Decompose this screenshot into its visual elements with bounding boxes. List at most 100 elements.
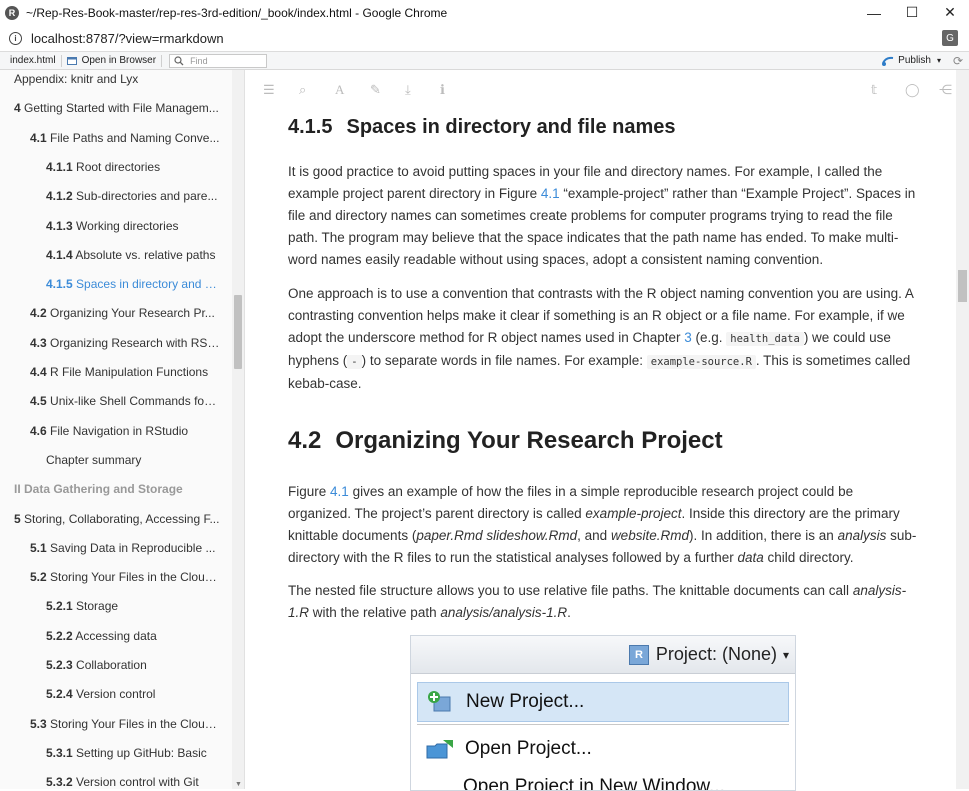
toc-item[interactable]: 5.2.4 Version control [46, 687, 220, 701]
emphasis: data [737, 550, 764, 565]
toc-item[interactable]: 4.1.3 Working directories [46, 219, 220, 233]
toc-item-label: II Data Gathering and Storage [14, 482, 183, 497]
toc-item-number: 4.3 [30, 335, 47, 350]
toc-item[interactable]: 4.1 File Paths and Naming Conve... [30, 131, 220, 145]
toc-item-label: File Paths and Naming Conve... [46, 130, 220, 145]
open-in-browser-button[interactable]: Open in Browser [66, 55, 157, 66]
toc-item[interactable]: 5.1 Saving Data in Reproducible ... [30, 541, 220, 555]
open-project-icon [426, 740, 453, 759]
toc-item[interactable]: 5.3.2 Version control with Git [46, 775, 220, 789]
sidebar-scroll-thumb[interactable] [234, 295, 242, 369]
toc-item-number: 5.3.2 [46, 775, 73, 789]
toolbar-divider [161, 54, 163, 67]
toc-item[interactable]: 5.3.1 Setting up GitHub: Basic [46, 746, 220, 760]
new-project-icon [428, 691, 451, 712]
toc-item[interactable]: 5.3 Storing Your Files in the Cloud... [30, 717, 220, 731]
search-icon[interactable]: ⌕ [299, 82, 306, 98]
share-icon[interactable]: ⋲ [939, 82, 952, 98]
toc-item[interactable]: 5.2 Storing Your Files in the Cloud... [30, 570, 220, 584]
close-button[interactable]: ✕ [931, 0, 969, 25]
toggle-sidebar-icon[interactable]: ☰ [263, 82, 275, 98]
section-title: Organizing Your Research Project [335, 427, 723, 454]
inline-code: example-source.R [646, 355, 756, 369]
toc-item-label: Storing Your Files in the Cloud... [46, 570, 220, 585]
chapter-link[interactable]: 3 [684, 330, 692, 345]
toc-item-number: 4.1.3 [46, 218, 73, 233]
project-dropdown: R Project: (None) ▾ [628, 644, 789, 665]
toc-item-label: Unix-like Shell Commands for ... [46, 394, 220, 409]
toc-item-label: Appendix: knitr and Lyx [14, 72, 139, 86]
toc-item-number: 4.1.2 [46, 189, 73, 204]
toc-item-number: 5.2.3 [46, 658, 73, 672]
toc-item-label: Version control with Git [72, 775, 199, 789]
chevron-down-icon: ▾ [936, 56, 941, 65]
toc-item[interactable]: 4.3 Organizing Research with RSt... [30, 336, 220, 350]
new-project-item: New Project... [417, 682, 789, 722]
toc-item[interactable]: Appendix: knitr and Lyx [14, 72, 220, 86]
site-info-icon[interactable]: i [9, 31, 22, 45]
translate-icon[interactable]: G [942, 30, 958, 46]
toc-item-label: Storage [72, 599, 119, 614]
toc-item[interactable]: 4.4 R File Manipulation Functions [30, 365, 220, 379]
github-icon[interactable]: ◯ [905, 82, 920, 98]
text: with the relative path [309, 605, 441, 620]
toc-item[interactable]: 5.2.2 Accessing data [46, 629, 220, 643]
content-scroll-thumb[interactable] [958, 270, 967, 302]
toc-item[interactable]: 5.2.3 Collaboration [46, 658, 220, 672]
paragraph-convention: One approach is to use a convention that… [288, 283, 918, 395]
toc-item-label: Storing, Collaborating, Accessing F... [20, 511, 220, 526]
project-menu-figure: R Project: (None) ▾ New Project... Open … [410, 635, 796, 791]
figure-link[interactable]: 4.1 [330, 484, 349, 499]
url-text[interactable]: localhost:8787/?view=rmarkdown [31, 31, 224, 46]
paragraph-nested: The nested file structure allows you to … [288, 580, 918, 624]
toc-item-number: 4.2 [30, 306, 47, 321]
new-project-label: New Project... [466, 691, 585, 712]
sidebar-scrollbar[interactable]: ▼ [232, 70, 244, 789]
toc-item[interactable]: 4.2 Organizing Your Research Pr... [30, 306, 220, 320]
download-icon[interactable]: ⤓ [405, 82, 411, 98]
twitter-icon[interactable]: 𝕥 [871, 82, 877, 98]
find-input[interactable]: Find [169, 53, 268, 68]
open-new-window-item: Open Project in New Window... [463, 768, 795, 790]
toc-item[interactable]: 4.1.5 Spaces in directory and fi... [46, 277, 220, 291]
text: Figure [288, 484, 331, 499]
toc-item[interactable]: Chapter summary [46, 453, 220, 467]
toc-item[interactable]: 5 Storing, Collaborating, Accessing F... [14, 512, 220, 526]
section-heading-4-2: 4.2 Organizing Your Research Project [288, 427, 723, 455]
toc-item[interactable]: 4 Getting Started with File Managem... [14, 101, 220, 115]
browser-window-icon [66, 56, 77, 65]
emphasis: paper.Rmd slideshow.Rmd [416, 528, 578, 543]
info-icon[interactable]: ℹ [440, 82, 445, 98]
toc-item[interactable]: 4.6 File Navigation in RStudio [30, 424, 220, 438]
font-settings-icon[interactable]: A [335, 82, 344, 98]
emphasis: example-project [585, 506, 682, 521]
section-number: 4.2 [288, 427, 322, 454]
toc-item[interactable]: 4.1.4 Absolute vs. relative paths [46, 248, 220, 262]
toc-item-number: 4.1 [30, 130, 47, 145]
minimize-button[interactable]: — [855, 0, 893, 25]
refresh-icon[interactable]: ⟳ [953, 54, 963, 68]
toc-item-number: 5.2.1 [46, 599, 73, 614]
toc-item-number: 4.1.4 [46, 247, 73, 262]
text: The nested file structure allows you to … [288, 583, 853, 598]
toc-item-label: Accessing data [72, 628, 157, 643]
maximize-button[interactable]: ☐ [893, 0, 931, 25]
toc-item-number: 5 [14, 511, 21, 526]
scroll-down-arrow-icon[interactable]: ▼ [235, 781, 242, 788]
toc-item[interactable]: II Data Gathering and Storage [14, 482, 220, 496]
toc-item[interactable]: 4.1.1 Root directories [46, 160, 220, 174]
open-in-browser-label: Open in Browser [81, 55, 157, 66]
toc-item[interactable]: 4.1.2 Sub-directories and pare... [46, 189, 220, 203]
toc-item-number: 5.3 [30, 716, 47, 731]
toc-item[interactable]: 5.2.1 Storage [46, 599, 220, 613]
figure-link[interactable]: 4.1 [541, 186, 560, 201]
project-label: Project: (None) [655, 644, 777, 664]
publish-button[interactable]: Publish ▾ [881, 52, 941, 69]
text: child directory. [763, 550, 854, 565]
paragraph-organizing: Figure 4.1 gives an example of how the f… [288, 481, 918, 569]
content-scrollbar[interactable] [956, 70, 969, 789]
toc-item[interactable]: 4.5 Unix-like Shell Commands for ... [30, 394, 220, 408]
edit-icon[interactable]: ✎ [370, 82, 381, 98]
toc-item-label: Working directories [72, 218, 179, 233]
address-bar[interactable]: i localhost:8787/?view=rmarkdown G [0, 25, 969, 52]
